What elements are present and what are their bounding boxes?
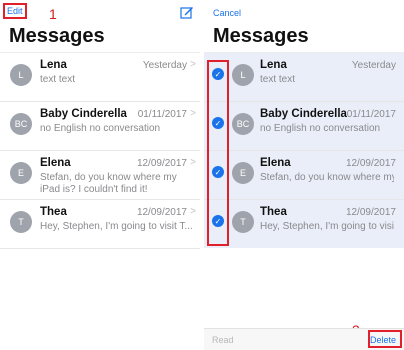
message-preview: text text (260, 74, 296, 85)
message-date: 01/11/2017 (346, 109, 396, 120)
message-date: 01/11/2017 (137, 109, 187, 120)
avatar: BC (232, 113, 254, 135)
read-button[interactable]: Read (212, 335, 234, 345)
cancel-button[interactable]: Cancel (213, 8, 241, 18)
delete-highlight-box (368, 330, 402, 348)
messages-screen-normal: Edit 1 Messages L Lena Yesterday > text … (0, 0, 200, 350)
chevron-right-icon: > (190, 59, 196, 70)
message-date: 12/09/2017 (345, 207, 396, 218)
list-divider-row (0, 248, 200, 297)
nav-bar: Cancel (204, 0, 404, 22)
step-1-label: 1 (49, 6, 57, 22)
conversation-row-selected[interactable]: ✓ T Thea 12/09/2017 Hey, Stephen, I'm go… (204, 199, 404, 248)
message-date: Yesterday (351, 60, 396, 71)
message-preview: no English no conversation (40, 123, 161, 134)
contact-name: Thea (260, 206, 287, 218)
avatar: L (232, 64, 254, 86)
page-title: Messages (213, 25, 309, 47)
avatar: E (232, 162, 254, 184)
compose-icon[interactable] (180, 5, 194, 19)
chevron-right-icon: > (190, 157, 196, 168)
message-preview: Hey, Stephen, I'm going to visit T... (260, 221, 394, 232)
contact-name: Elena (260, 157, 291, 169)
contact-name: Baby Cinderella (260, 108, 347, 120)
conversation-row-selected[interactable]: ✓ E Elena 12/09/2017 Stefan, do you know… (204, 150, 404, 199)
conversation-row-selected[interactable]: ✓ BC Baby Cinderella 01/11/2017 no Engli… (204, 101, 404, 150)
chevron-right-icon: > (190, 108, 196, 119)
page-title: Messages (9, 25, 105, 47)
message-date: 12/09/2017 (345, 158, 396, 169)
conversation-row[interactable]: BC Baby Cinderella 01/11/2017 > no Engli… (0, 101, 200, 150)
avatar: BC (10, 113, 32, 135)
avatar: T (10, 211, 32, 233)
message-preview: Hey, Stephen, I'm going to visit T... (40, 221, 192, 232)
conversation-list: L Lena Yesterday > text text BC Baby Cin… (0, 52, 200, 297)
checkbox-highlight-box (207, 60, 229, 246)
conversation-row[interactable]: L Lena Yesterday > text text (0, 52, 200, 101)
contact-name: Thea (40, 206, 67, 218)
messages-screen-edit-mode: Cancel Messages 2 ✓ L Lena Yesterday tex… (204, 0, 404, 350)
avatar: T (232, 211, 254, 233)
bottom-toolbar: Read Delete (204, 328, 404, 350)
message-preview: no English no conversation (260, 123, 381, 134)
conversation-list: ✓ L Lena Yesterday text text ✓ BC Baby C… (204, 52, 404, 248)
message-preview: Stefan, do you know where my iPad is? I … (260, 172, 394, 183)
message-date: 12/09/2017 (136, 158, 187, 169)
avatar: E (10, 162, 32, 184)
conversation-row[interactable]: E Elena 12/09/2017 > Stefan, do you know… (0, 150, 200, 199)
message-date: Yesterday (142, 60, 187, 71)
conversation-row-selected[interactable]: ✓ L Lena Yesterday text text (204, 52, 404, 101)
message-preview: Stefan, do you know where my iPad is? I … (40, 172, 177, 195)
edit-highlight-box (3, 3, 27, 19)
chevron-right-icon: > (190, 206, 196, 217)
avatar: L (10, 64, 32, 86)
contact-name: Lena (40, 59, 67, 71)
contact-name: Baby Cinderella (40, 108, 127, 120)
nav-bar: Edit (0, 0, 200, 22)
contact-name: Lena (260, 59, 287, 71)
message-date: 12/09/2017 (136, 207, 187, 218)
conversation-row[interactable]: T Thea 12/09/2017 > Hey, Stephen, I'm go… (0, 199, 200, 248)
message-preview: text text (40, 74, 76, 85)
contact-name: Elena (40, 157, 71, 169)
